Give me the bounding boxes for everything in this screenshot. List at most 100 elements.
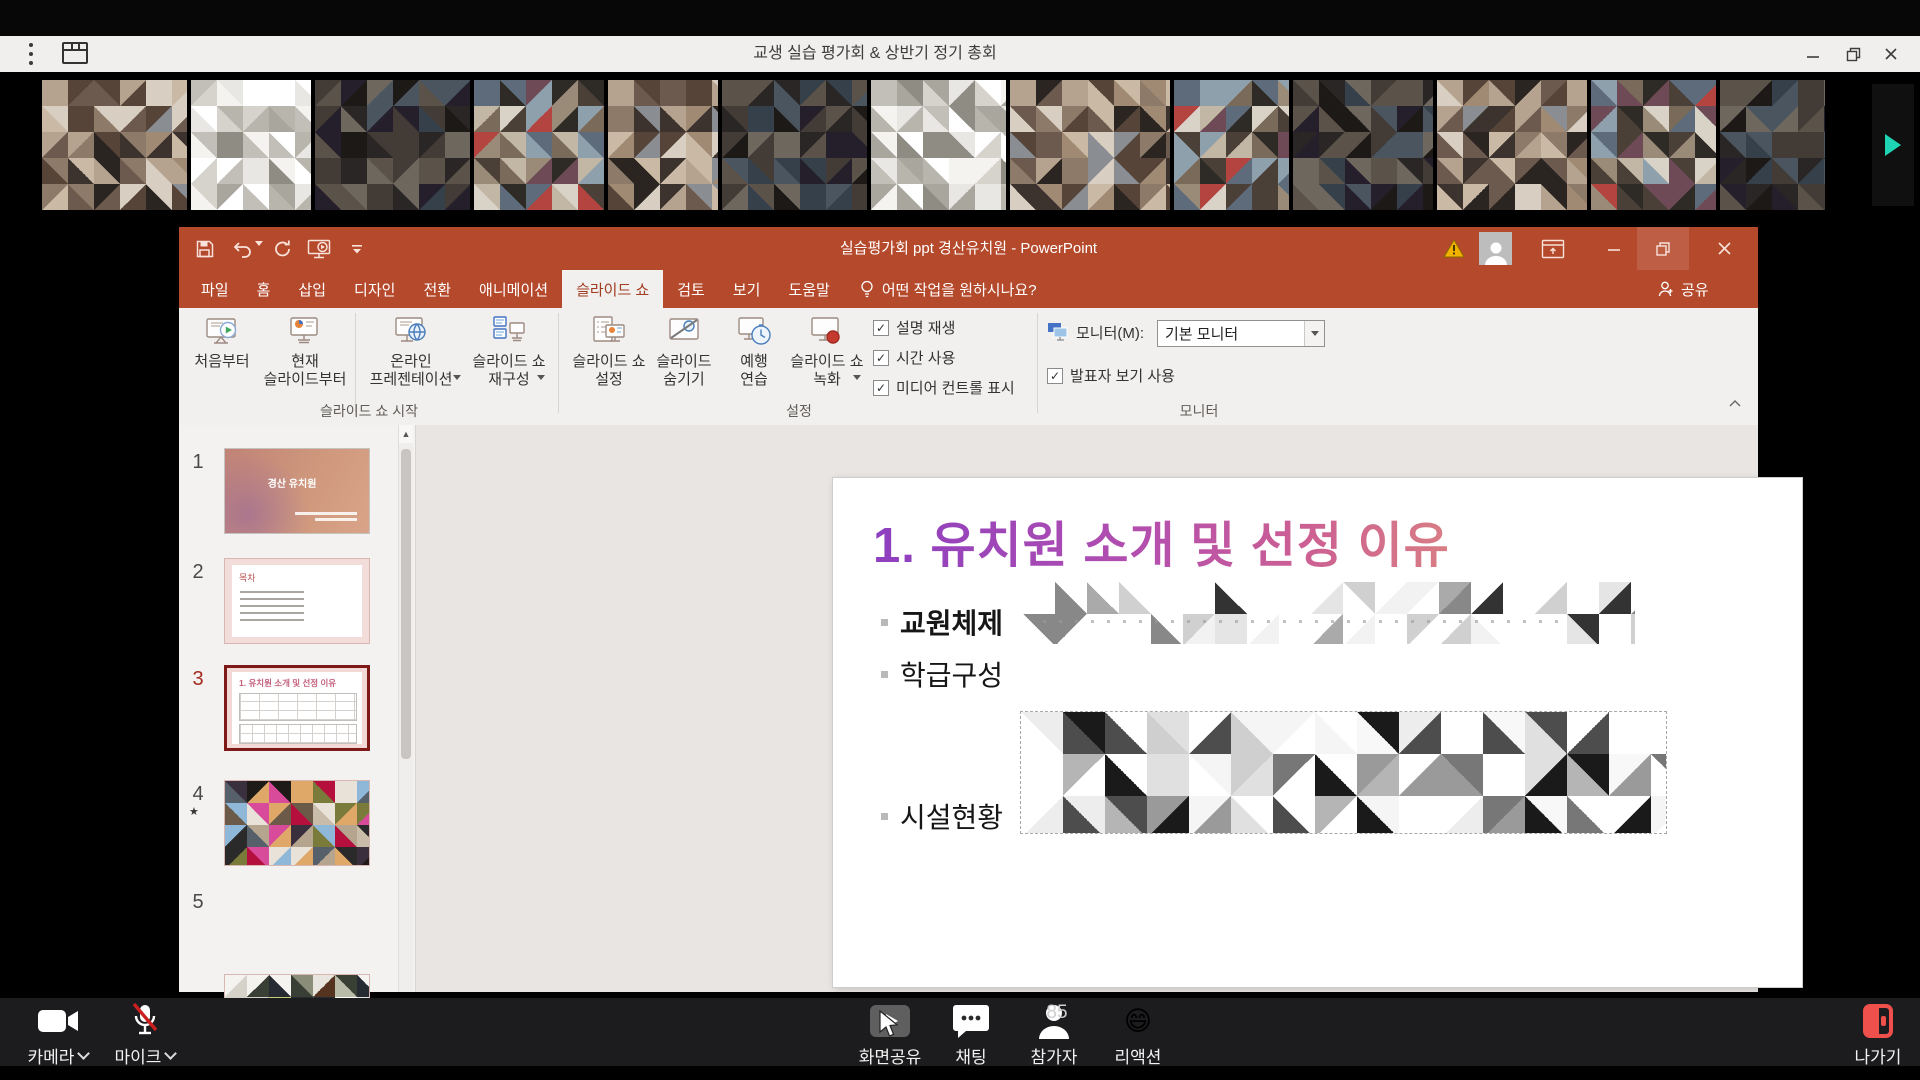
tab-transitions[interactable]: 전환	[409, 270, 465, 308]
participant-video[interactable]	[1293, 80, 1433, 210]
from-current-slide-button[interactable]: 현재 슬라이드부터	[259, 313, 351, 389]
collapse-ribbon-icon[interactable]	[1723, 396, 1747, 414]
monitor-dropdown-button[interactable]	[1304, 321, 1324, 346]
ribbon-tab-row: 파일 홈 삽입 디자인 전환 애니메이션 슬라이드 쇼 검토 보기 도움말 어떤…	[179, 270, 1758, 308]
leave-button[interactable]: 나가기	[1838, 1002, 1918, 1068]
hide-slide-icon	[665, 313, 703, 351]
warning-icon[interactable]	[1443, 239, 1465, 263]
scroll-up-icon[interactable]: ▲	[399, 425, 413, 443]
slide-number: 5	[187, 891, 209, 914]
monitor-dropdown[interactable]: 기본 모니터	[1157, 320, 1325, 347]
ppt-minimize-button[interactable]	[1593, 227, 1635, 270]
use-presenter-view-checkbox[interactable]: ✓ 발표자 보기 사용	[1047, 365, 1175, 386]
group-label-monitor: 모니터	[1180, 401, 1219, 421]
participant-video[interactable]	[1720, 80, 1825, 210]
camera-button[interactable]: 카메라	[18, 1002, 98, 1068]
thumbnail-scrollbar[interactable]: ▲	[398, 425, 413, 992]
chat-icon	[952, 1003, 990, 1039]
participant-video[interactable]	[315, 80, 470, 210]
checkbox-checked-icon: ✓	[873, 320, 889, 336]
top-strip	[0, 0, 1920, 36]
group-label-setup: 설정	[786, 401, 812, 421]
tab-animations[interactable]: 애니메이션	[465, 270, 562, 308]
leave-door-icon	[1863, 1004, 1893, 1038]
participant-video[interactable]	[1010, 80, 1170, 210]
video-thumbnail-strip	[0, 72, 1920, 218]
slide-thumbnail-4[interactable]	[224, 780, 370, 866]
slide-number: 3	[187, 668, 209, 691]
participant-video[interactable]	[42, 80, 187, 210]
rehearse-timings-button[interactable]: 예행 연습	[724, 313, 784, 389]
tab-slideshow[interactable]: 슬라이드 쇼	[562, 270, 663, 308]
tell-me-box[interactable]: 어떤 작업을 원하시나요?	[860, 270, 1037, 308]
play-narrations-checkbox[interactable]: ✓ 설명 재생	[873, 317, 955, 338]
monitor-dropdown-value: 기본 모니터	[1158, 323, 1304, 344]
share-person-icon	[1657, 280, 1675, 298]
setup-slideshow-button[interactable]: 슬라이드 쇼 설정	[569, 313, 649, 389]
participant-video[interactable]	[191, 80, 311, 210]
slide-bullet-1: 교원체제	[881, 602, 1003, 642]
from-current-slide-icon	[286, 313, 324, 351]
participants-button[interactable]: 85 참가자	[1012, 1002, 1096, 1068]
record-slideshow-button[interactable]: 슬라이드 쇼 녹화	[787, 313, 867, 389]
participant-video[interactable]	[608, 80, 718, 210]
show-media-controls-checkbox[interactable]: ✓ 미디어 컨트롤 표시	[873, 377, 1015, 398]
tab-review[interactable]: 검토	[663, 270, 719, 308]
participant-video[interactable]	[1437, 80, 1587, 210]
participant-video[interactable]	[1591, 80, 1716, 210]
pixelated-table-region[interactable]	[1020, 711, 1667, 834]
video-strip-next-button[interactable]	[1872, 84, 1914, 206]
monitor-label: 모니터(M):	[1076, 322, 1144, 343]
slide-thumbnail-panel: 1 경산 유치원 2 목차 3 1. 유치원 소개 및 선정 이유	[179, 425, 416, 992]
slide-number: 1	[187, 451, 209, 474]
meeting-toolbar: 카메라 마이크 화면공유 채팅 85 참가자 😄 리액션	[0, 998, 1920, 1066]
ppt-restore-button[interactable]	[1637, 227, 1689, 270]
tab-help[interactable]: 도움말	[774, 270, 843, 308]
participant-video[interactable]	[871, 80, 1006, 210]
use-timings-checkbox[interactable]: ✓ 시간 사용	[873, 347, 955, 368]
bottom-strip	[0, 1066, 1920, 1080]
share-button[interactable]: 공유	[1657, 270, 1709, 308]
mini-table	[239, 724, 357, 744]
tab-insert[interactable]: 삽입	[284, 270, 340, 308]
app-minimize-button[interactable]	[1794, 36, 1832, 72]
ribbon-display-options-icon[interactable]	[1541, 239, 1565, 264]
custom-slideshow-button[interactable]: 슬라이드 쇼 재구성	[465, 313, 553, 389]
slide-bullet-2: 학급구성	[881, 654, 1003, 694]
slide-thumbnail-1[interactable]: 경산 유치원	[224, 448, 370, 534]
chevron-down-icon[interactable]	[165, 1047, 178, 1060]
tab-view[interactable]: 보기	[719, 270, 775, 308]
next-arrow-icon	[1885, 134, 1901, 156]
tab-home[interactable]: 홈	[243, 270, 285, 308]
app-close-button[interactable]	[1872, 36, 1910, 72]
ppt-close-button[interactable]	[1691, 227, 1758, 270]
pixelated-region	[1023, 582, 1635, 644]
tab-file[interactable]: 파일	[187, 270, 243, 308]
chat-button[interactable]: 채팅	[935, 1002, 1007, 1068]
slide-thumbnail-2[interactable]: 목차	[224, 558, 370, 644]
participant-video[interactable]	[1174, 80, 1289, 210]
meeting-title: 교생 실습 평가회 & 상반기 정기 총회	[0, 36, 1750, 72]
from-beginning-button[interactable]: 처음부터	[186, 313, 258, 371]
app-restore-button[interactable]	[1834, 36, 1872, 72]
slide-canvas[interactable]: 1. 유치원 소개 및 선정 이유 교원체제 학급구성 시설현황	[833, 478, 1802, 987]
slide-number: 4	[187, 783, 209, 806]
hide-slide-button[interactable]: 슬라이드 숨기기	[651, 313, 717, 389]
reactions-button[interactable]: 😄 리액션	[1102, 1002, 1174, 1068]
from-beginning-icon	[203, 313, 241, 351]
chevron-down-icon[interactable]	[78, 1047, 91, 1060]
scrollbar-thumb[interactable]	[401, 449, 411, 759]
custom-slideshow-icon	[490, 313, 528, 351]
slide-editor: 1. 유치원 소개 및 선정 이유 교원체제 학급구성 시설현황 ▲ ▼	[416, 425, 1742, 992]
slide-thumbnail-3-selected[interactable]: 1. 유치원 소개 및 선정 이유	[224, 665, 370, 751]
participant-video[interactable]	[722, 80, 867, 210]
group-label-start: 슬라이드 쇼 시작	[320, 401, 418, 421]
participant-video[interactable]	[474, 80, 604, 210]
mic-button-muted[interactable]: 마이크	[105, 1002, 185, 1068]
animation-star-icon: ★	[189, 805, 199, 818]
setup-slideshow-icon	[590, 313, 628, 351]
account-avatar[interactable]	[1479, 232, 1512, 265]
mini-table	[239, 693, 357, 721]
tab-design[interactable]: 디자인	[340, 270, 409, 308]
present-online-button[interactable]: 온라인 프레젠테이션	[361, 313, 461, 389]
